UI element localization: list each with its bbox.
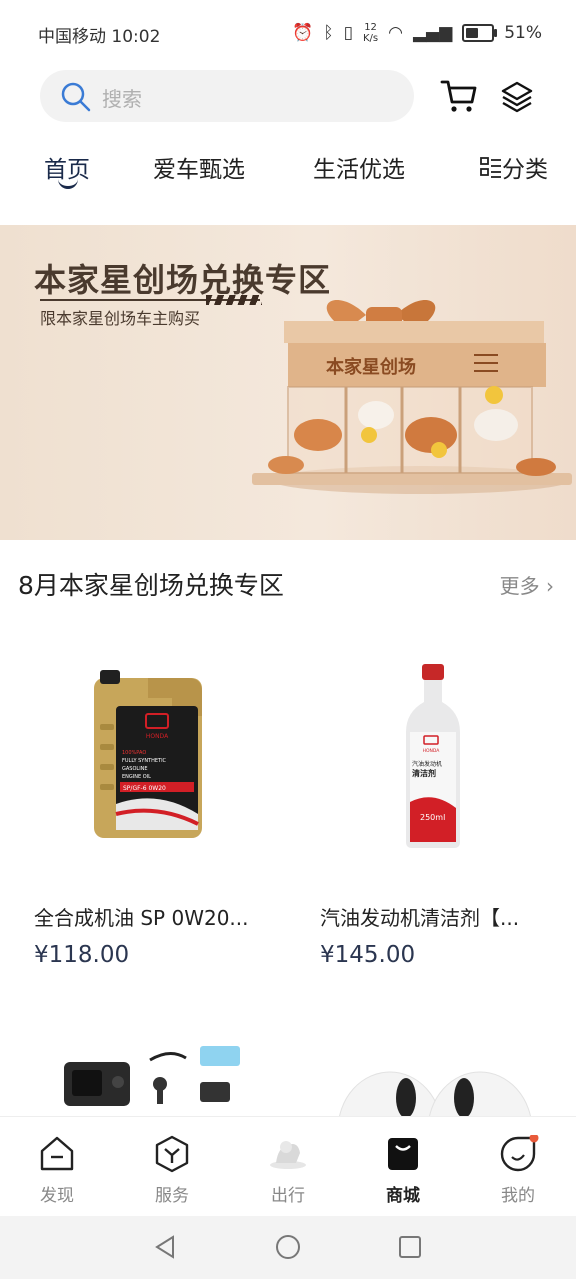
travel-icon <box>270 1141 306 1169</box>
engine-oil-image: HONDA 100%PAO FULLY SYNTHETIC GASOLINE E… <box>94 670 202 838</box>
product-card[interactable] <box>20 1030 270 1116</box>
product-name: 汽油发动机清洁剂【... <box>320 906 520 930</box>
more-link[interactable]: 更多 › <box>500 570 554 599</box>
nav-travel[interactable]: 出行 <box>253 1135 323 1206</box>
nav-profile[interactable]: 我的 <box>483 1133 553 1206</box>
carrier-time: 中国移动 10:02 <box>38 27 161 47</box>
nav-discover[interactable]: 发现 <box>22 1135 92 1206</box>
svg-text:FULLY SYNTHETIC: FULLY SYNTHETIC <box>122 758 167 764</box>
nav-label: 出行 <box>271 1186 305 1206</box>
engine-cleaner-image: HONDA 汽油发动机 清洁剂 250ml <box>406 664 460 848</box>
promo-banner[interactable]: 本家星创场兑换专区 限本家星创场车主购买 本家星创场 <box>0 225 576 540</box>
bottom-nav: 发现 服务 出行 商城 我的 <box>0 1116 576 1217</box>
tab-category-label: 分类 <box>502 157 548 183</box>
banner-subtitle: 限本家星创场车主购买 <box>40 309 201 328</box>
nav-label: 商城 <box>386 1186 420 1206</box>
tab-category[interactable]: 分类 <box>480 150 548 184</box>
system-nav-bar <box>0 1216 576 1279</box>
nav-label: 我的 <box>501 1186 535 1206</box>
service-icon <box>155 1135 189 1173</box>
svg-text:HONDA: HONDA <box>423 748 441 754</box>
chevron-right-icon: › <box>546 574 554 598</box>
product-card[interactable] <box>300 1030 560 1116</box>
store-sign-text: 本家星创场 <box>326 356 416 378</box>
tab-life-select[interactable]: 生活优选 <box>313 150 405 184</box>
battery-icon <box>462 24 498 42</box>
nav-label: 服务 <box>155 1186 189 1206</box>
section-title: 8月本家星创场兑换专区 <box>18 571 284 600</box>
tab-car-select[interactable]: 爱车甄选 <box>153 150 245 184</box>
home-icon <box>40 1136 74 1171</box>
product-name: 全合成机油 SP 0W20... <box>34 906 249 930</box>
status-bar: 中国移动 10:02 ⏰ ᛒ ▯ 12 K/s ◠ ▂▄▆ 51% <box>0 0 576 62</box>
top-tabs: 首页 爱车甄选 生活优选 分类 <box>0 146 576 196</box>
category-icon <box>480 157 501 178</box>
nav-mall[interactable]: 商城 <box>368 1135 438 1206</box>
wifi-icon: ◠ <box>388 23 403 43</box>
battery-percent: 51% <box>504 23 542 43</box>
mall-icon <box>388 1138 418 1170</box>
action-camera-image <box>64 1046 240 1106</box>
net-speed: 12 K/s <box>362 22 379 44</box>
vibrate-icon: ▯ <box>343 23 353 43</box>
svg-text:GASOLINE: GASOLINE <box>122 766 148 772</box>
svg-text:250ml: 250ml <box>420 813 445 822</box>
svg-text:HONDA: HONDA <box>146 733 169 740</box>
nav-service[interactable]: 服务 <box>137 1135 207 1206</box>
signal-icon: ▂▄▆ <box>412 23 453 43</box>
profile-icon <box>500 1133 539 1172</box>
svg-text:ENGINE OIL: ENGINE OIL <box>122 774 151 780</box>
back-icon[interactable] <box>152 1234 178 1260</box>
alarm-icon: ⏰ <box>292 23 314 43</box>
store-illustration: 本家星创场 <box>252 299 572 494</box>
svg-text:汽油发动机: 汽油发动机 <box>412 760 442 768</box>
recents-icon[interactable] <box>397 1234 423 1260</box>
search-icon <box>61 82 91 112</box>
product-card[interactable]: HONDA 汽油发动机 清洁剂 250ml 汽油发动机清洁剂【... ¥145.… <box>300 640 560 980</box>
earbuds-image <box>339 1071 531 1116</box>
more-label: 更多 <box>499 574 540 598</box>
svg-text:100%PAO: 100%PAO <box>122 750 146 756</box>
bluetooth-icon: ᛒ <box>323 23 334 43</box>
nav-label: 发现 <box>40 1186 74 1206</box>
layers-icon[interactable] <box>500 80 534 114</box>
home-button-icon[interactable] <box>274 1233 302 1261</box>
search-placeholder: 搜索 <box>102 87 142 111</box>
svg-text:SP/GF-6 0W20: SP/GF-6 0W20 <box>123 785 166 792</box>
product-price: ¥118.00 <box>34 942 130 968</box>
product-card[interactable]: HONDA 100%PAO FULLY SYNTHETIC GASOLINE E… <box>20 640 270 980</box>
svg-text:清洁剂: 清洁剂 <box>412 768 436 778</box>
search-input[interactable]: 搜索 <box>40 70 414 122</box>
status-icons: ⏰ ᛒ ▯ 12 K/s ◠ ▂▄▆ 51% <box>292 22 542 44</box>
notification-badge <box>529 1133 539 1143</box>
product-price: ¥145.00 <box>320 942 416 968</box>
cart-icon[interactable] <box>440 78 478 114</box>
